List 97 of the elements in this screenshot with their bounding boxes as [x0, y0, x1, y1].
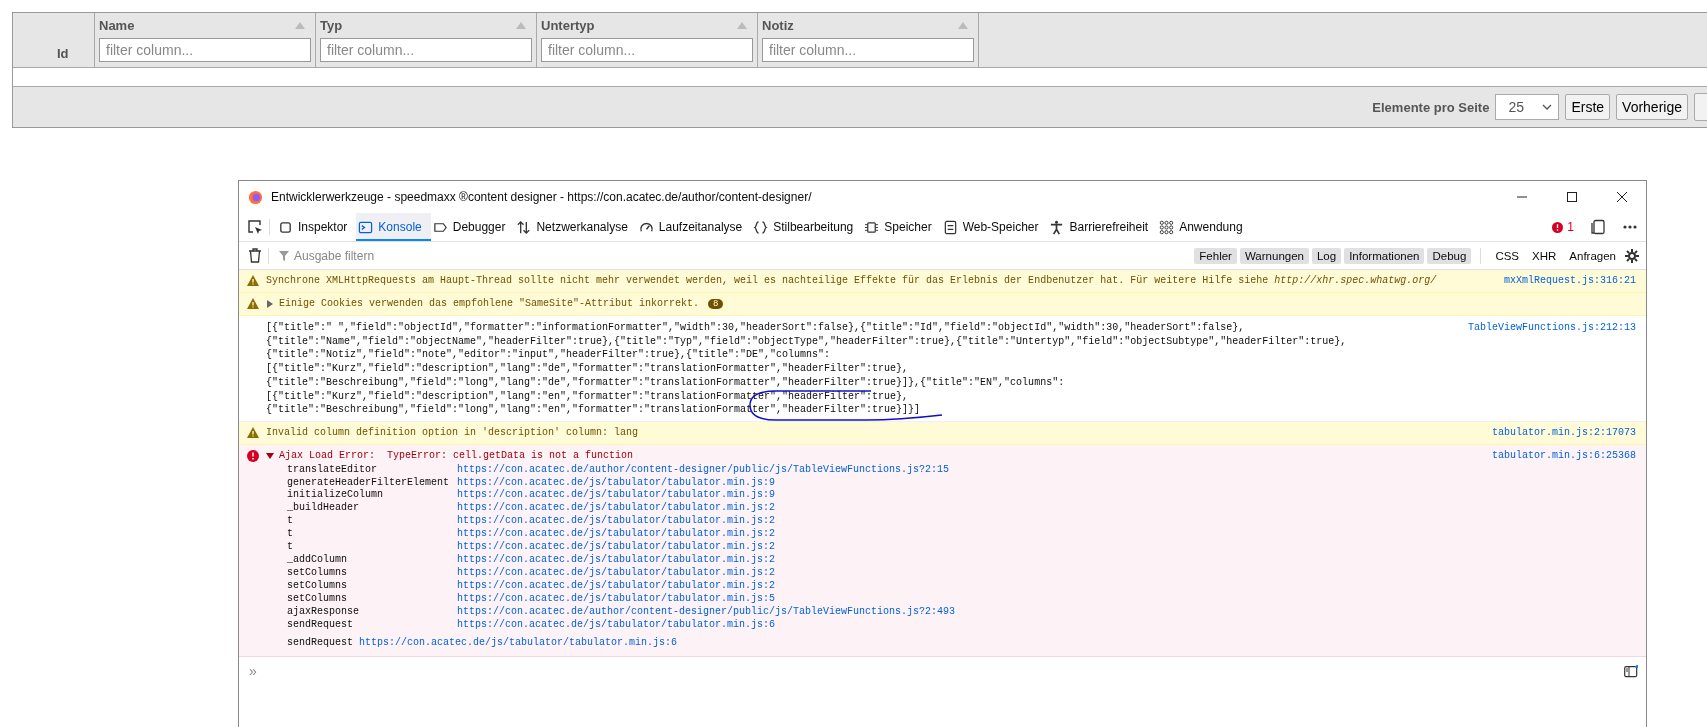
collapse-icon[interactable]: [266, 451, 274, 460]
stack-function: ajaxResponse: [287, 605, 360, 619]
dock-icon[interactable]: [1590, 219, 1606, 235]
stack-link[interactable]: https://con.acatec.de/js/tabulator/tabulator.min.js:2: [457, 502, 776, 516]
stack-link[interactable]: https://con.acatec.de/js/tabulator/tabulator.min.js:9: [457, 489, 776, 503]
expand-icon[interactable]: [266, 299, 274, 308]
source-link[interactable]: TableViewFunctions.js:212:13: [1467, 321, 1636, 335]
warning-icon: [247, 426, 259, 438]
terminal-icon: [358, 219, 374, 235]
level-filter-button[interactable]: Warnungen: [1239, 247, 1309, 264]
stack-link[interactable]: https://con.acatec.de/js/tabulator/tabulator.min.js:2: [457, 515, 776, 529]
stack-function: sendRequest: [287, 618, 354, 632]
devtools-tab[interactable]: Barrierefreiheit: [1047, 213, 1158, 241]
close-icon[interactable]: [1616, 191, 1628, 203]
stack-function: initializeColumn: [287, 489, 384, 502]
filter-field[interactable]: filter column...: [99, 38, 311, 62]
page-button[interactable]: Vorherige: [1616, 94, 1688, 120]
request-filter-button[interactable]: CSS: [1490, 247, 1525, 264]
chevron-icon: [1542, 104, 1553, 110]
column-header[interactable]: Typ: [320, 18, 343, 33]
editor-mode-icon[interactable]: [1624, 664, 1638, 678]
square-icon: [278, 219, 293, 235]
level-filter-button[interactable]: Informationen: [1344, 247, 1425, 264]
stack-link[interactable]: https://con.acatec.de/js/tabulator/tabulator.min.js:2: [457, 528, 776, 542]
filter-icon: [279, 250, 289, 261]
stack-function: t: [287, 515, 294, 529]
level-filter-button[interactable]: Fehler: [1194, 247, 1237, 264]
grid-icon: [1159, 219, 1175, 235]
filter-output-field[interactable]: Ausgabe filtern: [275, 246, 379, 265]
document-icon: [942, 219, 958, 235]
stack-function: t: [287, 528, 294, 542]
devtools-tab[interactable]: Konsole: [356, 213, 431, 241]
stack-function: setColumns: [287, 592, 348, 606]
page-button[interactable]: Erste: [1565, 94, 1611, 120]
stack-link[interactable]: https://con.acatec.de/js/tabulator/tabulator.min.js:2: [457, 566, 776, 580]
devtools-tab[interactable]: Web-Speicher: [940, 213, 1048, 241]
stack-function: translateEditor: [287, 463, 378, 477]
level-filter-button[interactable]: Debug: [1427, 247, 1472, 264]
stack-link[interactable]: https://con.acatec.de/js/tabulator/tabulator.min.js:5: [457, 592, 776, 606]
stack-function: t: [287, 541, 294, 554]
stack-function: generateHeaderFilterElement: [287, 476, 451, 489]
stack-link[interactable]: https://con.acatec.de/js/tabulator/tabulator.min.js:2: [457, 553, 776, 567]
message-text: Einige Cookies verwenden das empfohlene "SameSite"-Attribut inkorrekt.: [279, 297, 700, 311]
filter-field[interactable]: filter column...: [541, 38, 753, 62]
page-size-label: Elemente pro Seite: [1372, 99, 1490, 115]
help-link[interactable]: http://xhr.spec.whatwg.org/: [1274, 275, 1437, 286]
person-icon: [1049, 219, 1065, 235]
arrows-icon: [516, 219, 532, 235]
error-icon: [247, 449, 259, 462]
source-link[interactable]: tabulator.min.js:6:25368: [1491, 448, 1636, 463]
trash-icon[interactable]: [248, 248, 262, 263]
filter-field[interactable]: filter column...: [320, 38, 532, 62]
level-filter-button[interactable]: Log: [1311, 247, 1342, 264]
stack-link[interactable]: https://con.acatec.de/js/tabulator/tabulator.min.js:9: [457, 476, 776, 490]
column-header[interactable]: Id: [57, 46, 69, 61]
stack-link[interactable]: https://con.acatec.de/author/content-designer/public/js/TableViewFunctions.js?2:493: [457, 605, 956, 619]
stack-link[interactable]: https://con.acatec.de/js/tabulator/tabulator.min.js:6: [359, 637, 678, 649]
count-badge: 8: [708, 298, 724, 309]
message-text: Ajax Load Error: TypeError: cell.getData is not a function: [279, 448, 634, 463]
page-size-select[interactable]: 25: [1495, 94, 1560, 120]
devtools-tab[interactable]: Anwendung: [1157, 213, 1252, 241]
stack-link[interactable]: https://con.acatec.de/js/tabulator/tabulator.min.js:6: [457, 618, 776, 632]
devtools-tab[interactable]: Debugger: [430, 213, 515, 241]
stack-link[interactable]: https://con.acatec.de/js/tabulator/tabulator.min.js:2: [457, 541, 776, 554]
filter-field[interactable]: filter column...: [762, 38, 974, 62]
devtools-tab[interactable]: Inspektor: [276, 213, 357, 241]
stack-function: _buildHeader: [287, 502, 360, 516]
error-count-badge[interactable]: 1: [1552, 220, 1574, 234]
warning-icon: [247, 275, 259, 286]
stack-function: sendRequest: [287, 637, 353, 649]
source-link[interactable]: tabulator.min.js:2:17073: [1491, 425, 1636, 440]
stack-link[interactable]: https://con.acatec.de/author/content-designer/public/js/TableViewFunctions.js?2:15: [457, 463, 950, 477]
message-text: Invalid column definition option in 'description' column: lang: [266, 425, 639, 440]
chip-icon: [864, 219, 880, 235]
devtools-tab[interactable]: Speicher: [862, 213, 941, 241]
warning-icon: [247, 298, 259, 309]
prompt-symbol: »: [249, 663, 257, 680]
request-filter-button[interactable]: XHR: [1527, 247, 1562, 264]
column-header[interactable]: Untertyp: [541, 18, 595, 33]
message-text: Synchrone XMLHttpRequests am Haupt-Thread sollte nicht mehr verwendet werden, weil es nachteilige Effekte für das Erlebnis der Endbenutzer hat. Für weitere Hilfe siehe http://xhr.spec.whatwg.org/: [266, 274, 1437, 288]
stack-link[interactable]: https://con.acatec.de/js/tabulator/tabulator.min.js:2: [457, 579, 776, 593]
column-header[interactable]: Name: [99, 18, 135, 33]
browser-logo-icon: [248, 189, 263, 205]
braces-icon: [753, 219, 769, 235]
stack-function: setColumns: [287, 566, 348, 580]
settings-icon[interactable]: [1624, 247, 1640, 264]
window-title: Entwicklerwerkzeuge - speedmaxx ®content designer - https://con.acatec.de/author/content-designer/: [271, 190, 812, 204]
element-picker-icon[interactable]: [247, 219, 263, 235]
devtools-tab[interactable]: Stilbearbeitung: [751, 213, 863, 241]
stack-function: _addColumn: [287, 553, 348, 567]
request-filter-button[interactable]: Anfragen: [1564, 247, 1621, 264]
column-header[interactable]: Notiz: [762, 18, 794, 33]
devtools-tab[interactable]: Netzwerkanalyse: [514, 213, 637, 241]
maximize-icon[interactable]: [1566, 191, 1578, 203]
source-link[interactable]: mxXmlRequest.js:316:21: [1503, 274, 1636, 288]
devtools-tab[interactable]: Laufzeitanalyse: [636, 213, 752, 241]
stack-function: setColumns: [287, 579, 348, 593]
